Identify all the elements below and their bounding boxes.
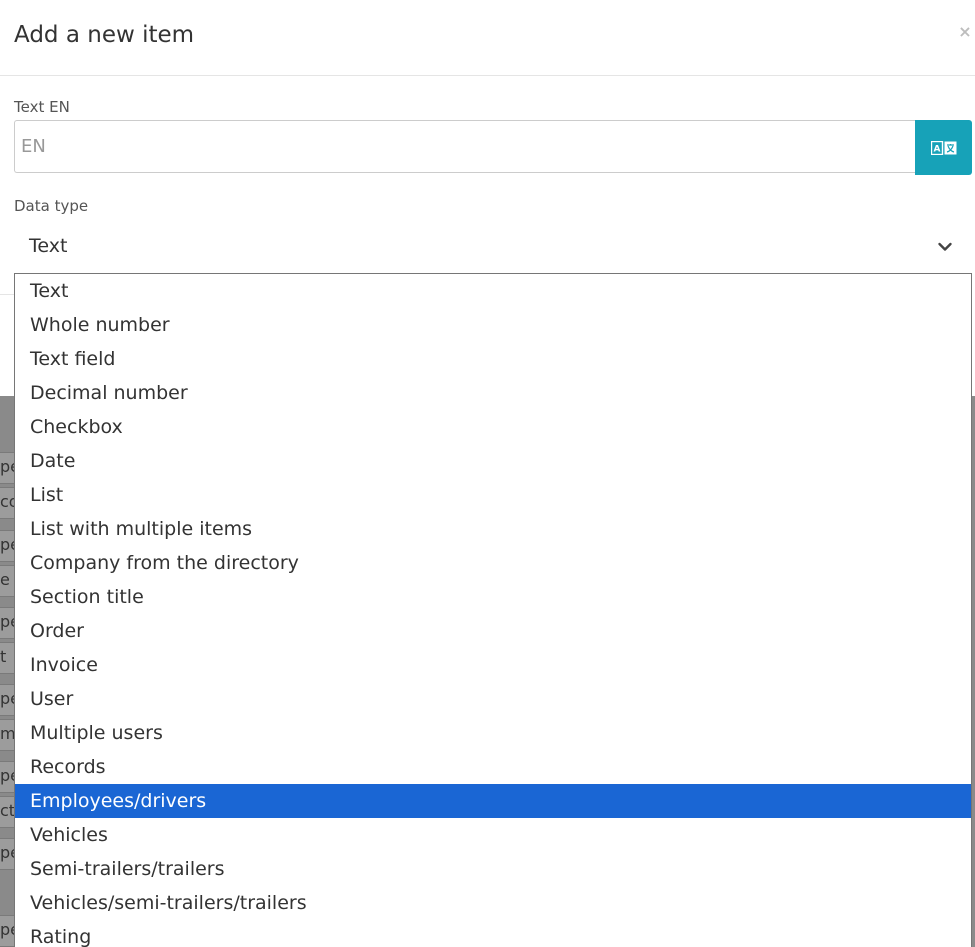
option-order[interactable]: Order bbox=[15, 614, 971, 648]
background-row: pe bbox=[0, 915, 14, 947]
modal-title: Add a new item bbox=[14, 22, 195, 48]
background-row: pe bbox=[0, 761, 14, 793]
background-row: co bbox=[0, 487, 14, 519]
text-en-label: Text EN bbox=[14, 98, 70, 116]
chevron-down-icon bbox=[938, 242, 952, 251]
background-row: pe bbox=[0, 452, 14, 484]
data-type-select[interactable]: Text bbox=[14, 227, 972, 267]
background-text: cti bbox=[0, 801, 14, 820]
background-text: t bbox=[0, 647, 7, 666]
background-text: pe bbox=[0, 689, 14, 708]
background-row: mp bbox=[0, 719, 14, 751]
modal-divider bbox=[0, 294, 15, 295]
option-whole-number[interactable]: Whole number bbox=[15, 308, 971, 342]
background-row: cti bbox=[0, 796, 14, 828]
background-text: co bbox=[0, 492, 14, 511]
option-list-multiple[interactable]: List with multiple items bbox=[15, 512, 971, 546]
svg-text:A: A bbox=[933, 144, 940, 154]
background-text: e bbox=[0, 570, 10, 589]
data-type-label: Data type bbox=[14, 197, 89, 215]
data-type-selected-value: Text bbox=[29, 235, 68, 257]
background-text: pe bbox=[0, 535, 14, 554]
option-invoice[interactable]: Invoice bbox=[15, 648, 971, 682]
option-user[interactable]: User bbox=[15, 682, 971, 716]
modal-header: Add a new item × bbox=[0, 0, 975, 76]
text-en-input-group: A bbox=[14, 120, 972, 175]
option-employees-drivers[interactable]: Employees/drivers bbox=[15, 784, 971, 818]
option-rating[interactable]: Rating bbox=[15, 920, 971, 947]
background-row: e bbox=[0, 565, 14, 597]
option-section-title[interactable]: Section title bbox=[15, 580, 971, 614]
option-vehicles-semi-trailers[interactable]: Vehicles/semi-trailers/trailers bbox=[15, 886, 971, 920]
option-list[interactable]: List bbox=[15, 478, 971, 512]
background-row: pe bbox=[0, 607, 14, 639]
background-row: pe bbox=[0, 530, 14, 562]
option-company-directory[interactable]: Company from the directory bbox=[15, 546, 971, 580]
background-text: pe bbox=[0, 457, 14, 476]
background-row: pe bbox=[0, 838, 14, 870]
option-decimal-number[interactable]: Decimal number bbox=[15, 376, 971, 410]
background-text: pe bbox=[0, 612, 14, 631]
data-type-dropdown: Text Whole number Text field Decimal num… bbox=[14, 273, 972, 947]
option-text-field[interactable]: Text field bbox=[15, 342, 971, 376]
text-en-input[interactable] bbox=[14, 120, 915, 173]
option-records[interactable]: Records bbox=[15, 750, 971, 784]
option-vehicles[interactable]: Vehicles bbox=[15, 818, 971, 852]
option-date[interactable]: Date bbox=[15, 444, 971, 478]
option-semi-trailers[interactable]: Semi-trailers/trailers bbox=[15, 852, 971, 886]
background-text: pe bbox=[0, 766, 14, 785]
background-row: t bbox=[0, 642, 14, 674]
option-multiple-users[interactable]: Multiple users bbox=[15, 716, 971, 750]
background-text: pe bbox=[0, 843, 14, 862]
translate-button[interactable]: A bbox=[915, 120, 972, 175]
background-text: mp bbox=[0, 724, 14, 743]
translate-icon: A bbox=[930, 140, 956, 155]
close-icon[interactable]: × bbox=[957, 23, 973, 41]
option-checkbox[interactable]: Checkbox bbox=[15, 410, 971, 444]
background-row: pe bbox=[0, 684, 14, 716]
background-text: pe bbox=[0, 920, 14, 939]
option-text[interactable]: Text bbox=[15, 274, 971, 308]
